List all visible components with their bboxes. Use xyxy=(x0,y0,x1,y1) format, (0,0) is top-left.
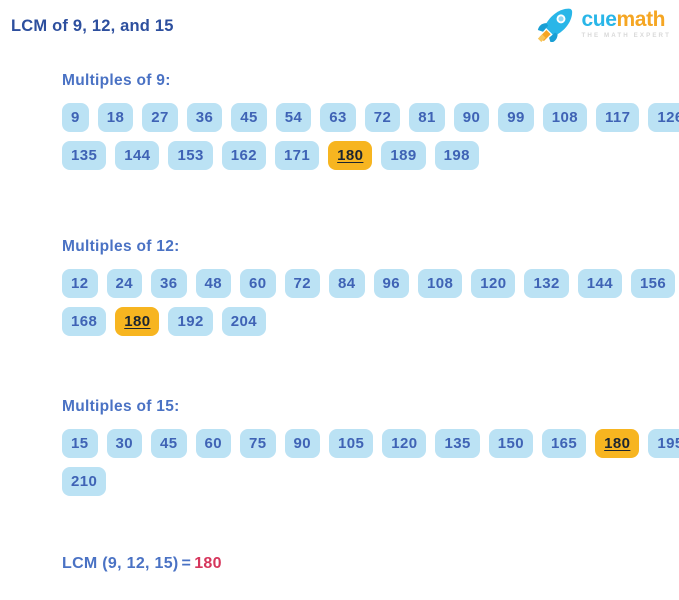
multiple-chip: 192 xyxy=(168,307,213,336)
result-value: 180 xyxy=(194,555,222,572)
multiple-chip: 72 xyxy=(284,269,320,298)
chip-row: 12 24 36 48 60 72 84 96 108 120 132 144 156 xyxy=(62,269,676,298)
logo-wordmark: cuemath xyxy=(582,9,671,30)
multiple-chip: 162 xyxy=(221,141,266,170)
section-label: Multiples of 9: xyxy=(62,72,171,89)
multiple-chip: 90 xyxy=(453,103,490,132)
section-multiples-of-15: Multiples of 15: 15 30 45 60 75 90 105 120 135 15… xyxy=(62,398,679,505)
header: LCM of 9, 12, and 15 cuemath THE MATH EX… xyxy=(0,0,679,58)
multiple-chip: 120 xyxy=(471,269,516,298)
multiple-chip: 60 xyxy=(195,429,231,458)
multiple-chip: 156 xyxy=(630,269,676,298)
multiple-chip: 24 xyxy=(106,269,142,298)
logo-word-cue: cue xyxy=(581,7,617,31)
multiple-chip: 204 xyxy=(221,307,266,336)
multiple-chip: 63 xyxy=(320,103,356,132)
multiple-chip: 135 xyxy=(62,141,107,170)
result-equals-sign: = xyxy=(181,555,192,572)
multiple-chip: 189 xyxy=(381,141,426,170)
multiple-chip: 195 xyxy=(648,429,679,458)
multiple-chip: 27 xyxy=(142,103,178,132)
section-multiples-of-9: Multiples of 9: 9 18 27 36 45 54 63 72 81 90 99 108… xyxy=(62,72,679,179)
section-label: Multiples of 15: xyxy=(62,398,180,415)
chip-row: 15 30 45 60 75 90 105 120 135 150 165 180 195 xyxy=(62,429,679,458)
chip-row: 210 xyxy=(62,467,679,496)
chip-row: 9 18 27 36 45 54 63 72 81 90 99 108 117 126 xyxy=(62,103,679,132)
logo-word-math: math xyxy=(616,7,666,31)
multiple-chip: 105 xyxy=(329,429,374,458)
multiple-chip: 132 xyxy=(524,269,569,298)
chip-rows: 15 30 45 60 75 90 105 120 135 150 165 180 195 210 xyxy=(62,429,679,496)
page-title: LCM of 9, 12, and 15 xyxy=(11,17,174,35)
multiple-chip: 45 xyxy=(151,429,187,458)
multiple-chip: 126 xyxy=(648,103,679,132)
result-expression: LCM (9, 12, 15) xyxy=(62,555,179,572)
multiple-chip: 84 xyxy=(329,269,365,298)
multiple-chip: 198 xyxy=(434,141,479,170)
chip-rows: 9182736455463728190991081171261351441531… xyxy=(62,103,679,170)
multiple-chip: 153 xyxy=(168,141,213,170)
multiple-chip: 120 xyxy=(382,429,427,458)
rocket-icon xyxy=(537,8,572,42)
multiple-chip: 12 xyxy=(62,269,98,298)
chip-rows: 12 24 36 48 60 72 84 96 108 120 132 144 156 168 180 192… xyxy=(62,269,676,336)
multiple-chip: 81 xyxy=(409,103,445,132)
multiple-chip: 108 xyxy=(542,103,587,132)
multiple-chip: 150 xyxy=(488,429,533,458)
multiple-chip: 144 xyxy=(577,269,622,298)
multiple-chip: 72 xyxy=(364,103,401,132)
multiple-chip: 168 xyxy=(62,307,107,336)
section-multiples-of-12: Multiples of 12: 12 24 36 48 60 72 84 96 108 120 1… xyxy=(62,238,676,345)
multiple-chip: 165 xyxy=(541,429,587,458)
cuemath-logo: cuemath THE MATH EXPERT xyxy=(534,6,671,42)
multiple-chip: 210 xyxy=(62,467,107,496)
multiple-chip: 117 xyxy=(595,103,640,132)
multiple-chip-highlighted: 180 xyxy=(115,307,160,336)
multiple-chip: 15 xyxy=(62,429,98,458)
multiple-chip: 60 xyxy=(240,269,276,298)
multiple-chip: 36 xyxy=(151,269,187,298)
multiple-chip: 30 xyxy=(106,429,142,458)
multiple-chip: 36 xyxy=(186,103,223,132)
multiple-chip: 171 xyxy=(274,141,320,170)
result-line: LCM (9, 12, 15) = 180 xyxy=(62,555,222,573)
multiple-chip-highlighted: 180 xyxy=(595,429,640,458)
multiple-chip-highlighted: 180 xyxy=(328,141,373,170)
multiple-chip: 96 xyxy=(373,269,409,298)
multiple-chip: 144 xyxy=(115,141,160,170)
chip-row: 168 180 192 204 xyxy=(62,307,675,336)
multiple-chip: 99 xyxy=(498,103,534,132)
chip-row: 135 144 153 162 171 180 189 198 xyxy=(62,141,679,170)
multiple-chip: 45 xyxy=(231,103,267,132)
logo-text-block: cuemath THE MATH EXPERT xyxy=(582,9,671,39)
multiple-chip: 75 xyxy=(240,429,276,458)
multiple-chip: 9 xyxy=(62,103,89,132)
multiple-chip: 18 xyxy=(97,103,134,132)
multiple-chip: 54 xyxy=(275,103,312,132)
multiple-chip: 90 xyxy=(284,429,320,458)
multiple-chip: 48 xyxy=(195,269,231,298)
multiple-chip: 108 xyxy=(418,269,463,298)
logo-tagline: THE MATH EXPERT xyxy=(581,31,671,39)
section-label: Multiples of 12: xyxy=(62,238,180,255)
multiple-chip: 135 xyxy=(435,429,480,458)
